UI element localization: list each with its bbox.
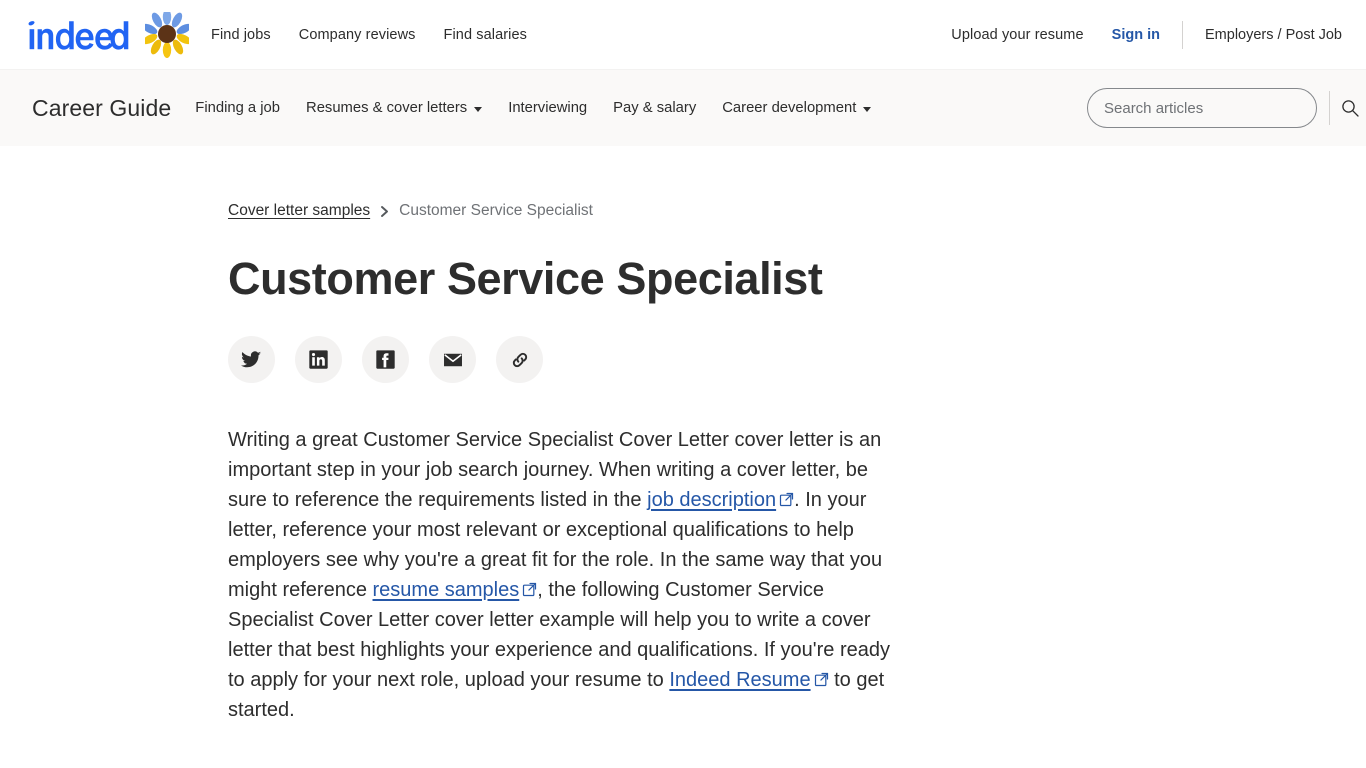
share-linkedin-button[interactable] [295,336,342,384]
header-divider [1182,20,1183,49]
cg-nav-label: Finding a job [195,100,281,116]
nav-find-jobs[interactable]: Find jobs [211,27,271,43]
link-icon [512,352,527,368]
resume-samples-link[interactable]: resume samples [373,579,538,601]
page-title: Customer Service Specialist [228,253,823,304]
cg-nav-interviewing[interactable]: Interviewing [508,100,587,116]
upload-resume-link[interactable]: Upload your resume [951,27,1083,43]
share-row [228,336,1366,384]
global-nav: Find jobs Company reviews Find salaries [211,27,527,43]
linkedin-icon [309,350,328,370]
cg-nav-career-development[interactable]: Career development [722,100,872,116]
share-twitter-button[interactable] [228,336,275,384]
chevron-right-icon [379,205,390,218]
share-facebook-button[interactable] [362,336,409,384]
link-label: job description [647,489,777,512]
external-link-icon [779,493,794,507]
chevron-down-icon [474,106,483,112]
nav-company-reviews[interactable]: Company reviews [299,27,416,43]
twitter-icon [241,351,262,368]
career-guide-title[interactable]: Career Guide [32,95,171,122]
search-area [1087,88,1366,128]
employers-post-job-link[interactable]: Employers / Post Job [1205,27,1342,43]
cg-nav-label: Pay & salary [613,100,697,116]
link-label: resume samples [372,579,520,602]
link-label: Indeed Resume [669,669,811,692]
cg-nav-label: Career development [722,100,857,116]
global-nav-right: Upload your resume Sign in Employers / P… [951,20,1342,49]
cg-nav-label: Interviewing [508,100,588,116]
article-main: Cover letter samples Customer Service Sp… [0,146,1366,725]
search-divider [1329,91,1330,125]
sign-in-link[interactable]: Sign in [1112,27,1160,43]
external-link-icon [814,673,828,687]
share-link-button[interactable] [496,336,543,384]
cg-nav-pay-salary[interactable]: Pay & salary [613,100,696,116]
job-description-link[interactable]: job description [647,489,794,511]
article-paragraph: Writing a great Customer Service Special… [228,425,908,725]
external-link-icon [523,583,537,597]
facebook-icon [376,350,395,370]
cg-nav-finding-a-job[interactable]: Finding a job [195,100,280,116]
nav-find-salaries[interactable]: Find salaries [444,27,528,43]
career-guide-bar: Career Guide Finding a job Resumes & cov… [0,70,1366,146]
breadcrumb-current: Customer Service Specialist [399,202,593,219]
chevron-down-icon [863,106,872,112]
cg-nav-label: Resumes & cover letters [306,100,468,116]
indeed-logo-link[interactable] [24,20,129,50]
career-guide-nav: Finding a job Resumes & cover letters In… [195,100,872,116]
global-header: Find jobs Company reviews Find salaries … [0,0,1366,70]
sunflower-icon [145,11,189,58]
search-icon[interactable] [1340,98,1360,118]
indeed-logo [28,20,129,50]
breadcrumb-parent-link[interactable]: Cover letter samples [228,202,370,220]
brand[interactable] [24,11,189,58]
cg-nav-resumes-cover-letters[interactable]: Resumes & cover letters [306,100,483,116]
indeed-resume-link[interactable]: Indeed Resume [669,669,828,691]
email-icon [443,353,462,367]
search-input[interactable] [1087,88,1317,128]
breadcrumb: Cover letter samples Customer Service Sp… [228,202,1366,220]
share-email-button[interactable] [429,336,476,384]
